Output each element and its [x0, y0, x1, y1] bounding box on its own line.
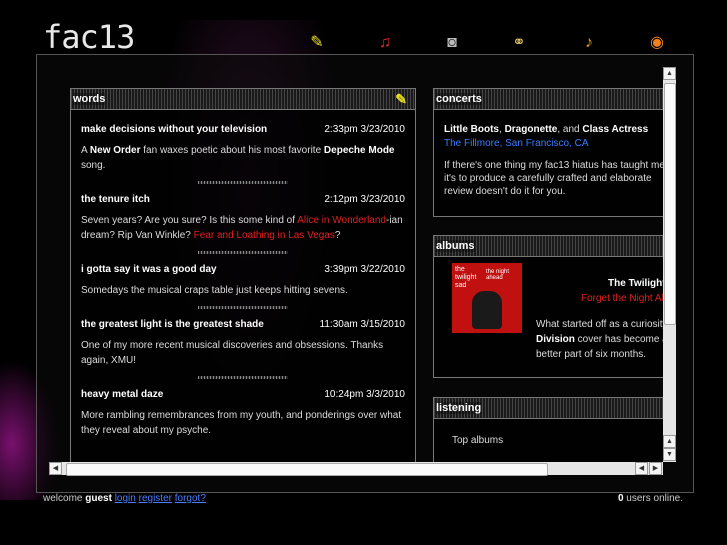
post-header: make decisions without your television 2:…	[81, 124, 405, 135]
camera-icon[interactable]: ◙	[441, 33, 463, 53]
post-title[interactable]: heavy metal daze	[81, 389, 163, 400]
albums-header: albums	[434, 236, 663, 257]
post: heavy metal daze 10:24pm 3/3/2010 More ram…	[71, 389, 415, 438]
post-body: One of my more recent musical discoverie…	[81, 340, 384, 366]
rss-icon[interactable]: ◉	[646, 33, 668, 53]
concerts-header: concerts	[434, 89, 663, 110]
users-online: 0 users online.	[618, 493, 683, 504]
pencil-icon[interactable]: ✎	[395, 89, 407, 109]
post-divider	[198, 181, 288, 184]
concert-band[interactable]: Dragonette	[505, 124, 558, 135]
post-link[interactable]: New Order	[90, 145, 141, 156]
post-body: Somedays the musical craps table just ke…	[81, 285, 348, 296]
register-link[interactable]: register	[139, 493, 172, 504]
album-cover-subtext: the night ahead	[486, 269, 510, 281]
albums-panel: albums the twilight sad the night ahead …	[433, 235, 663, 378]
guest-label: guest	[85, 493, 112, 504]
album-body-link[interactable]: Division	[536, 334, 575, 345]
listening-title: listening	[436, 402, 482, 414]
scroll-up-arrow-icon[interactable]: ▲	[663, 67, 676, 80]
album-title[interactable]: Forget the Night Ahead	[581, 293, 663, 304]
scroll-up-arrow-icon[interactable]: ▲	[663, 435, 676, 448]
site-logo[interactable]: fac13	[43, 18, 135, 56]
post-title[interactable]: make decisions without your television	[81, 124, 267, 135]
post-header: the greatest light is the greatest shade…	[81, 319, 405, 330]
words-title: words	[73, 93, 106, 105]
post-header: i gotta say it was a good day 3:39pm 3/22…	[81, 264, 405, 275]
concert-band[interactable]: Class Actress	[582, 124, 648, 135]
post-divider	[198, 306, 288, 309]
listening-panel: listening Top albums	[433, 397, 663, 462]
footer-login: welcome guest login register forgot?	[43, 493, 206, 504]
bells-icon[interactable]: ♪	[578, 33, 600, 53]
post-text: song.	[81, 160, 106, 171]
login-link[interactable]: login	[115, 493, 136, 504]
post-link[interactable]: Depeche Mode	[324, 145, 395, 156]
post-body: Seven years? Are you sure? Is this some …	[81, 213, 405, 243]
post-link[interactable]: Alice in Wonderland	[297, 215, 386, 226]
scroll-down-arrow-icon[interactable]: ▼	[663, 448, 676, 461]
concert-separator: , and	[557, 124, 583, 135]
album-cover-text: the twilight sad	[455, 266, 477, 289]
concert-body: If there's one thing my fac13 hiatus has…	[444, 160, 663, 197]
post-timestamp: 11:30am 3/15/2010	[319, 319, 405, 330]
post-timestamp: 2:12pm 3/23/2010	[324, 194, 405, 205]
listening-header: listening	[434, 398, 663, 419]
chain-link-icon[interactable]: ⚭	[508, 33, 530, 53]
concerts-panel: concerts Little Boots, Dragonette, and C…	[433, 88, 663, 217]
words-header: words ✎	[71, 89, 415, 110]
horizontal-scroll-thumb[interactable]	[66, 463, 548, 476]
concerts-title: concerts	[436, 93, 482, 105]
post-timestamp: 2:33pm 3/23/2010	[324, 124, 405, 135]
welcome-text: welcome	[43, 493, 86, 504]
scroll-left-arrow-icon[interactable]: ◀	[49, 462, 62, 475]
post-title[interactable]: the greatest light is the greatest shade	[81, 319, 264, 330]
users-online-label: users online.	[623, 493, 683, 504]
post-title[interactable]: the tenure itch	[81, 194, 150, 205]
concert-band[interactable]: Little Boots	[444, 124, 499, 135]
post-divider	[198, 251, 288, 254]
forgot-link[interactable]: forgot?	[175, 493, 206, 504]
scroll-left-arrow-icon[interactable]: ◀	[635, 462, 648, 475]
horizontal-scrollbar[interactable]: ◀ ◀ ▶	[49, 462, 663, 476]
posts-list: make decisions without your television 2:…	[71, 110, 415, 438]
albums-title: albums	[436, 240, 475, 252]
post-timestamp: 3:39pm 3/22/2010	[324, 264, 405, 275]
scroll-viewport: words ✎ make decisions without your tele…	[49, 67, 663, 462]
post-text: fan waxes poetic about his most favorite	[140, 145, 324, 156]
vertical-scroll-thumb[interactable]	[664, 83, 676, 325]
post: the greatest light is the greatest shade…	[71, 319, 415, 379]
post-body: More rambling remembrances from my youth…	[81, 410, 402, 436]
post-text: Seven years? Are you sure? Is this some …	[81, 215, 298, 226]
post-header: heavy metal daze 10:24pm 3/3/2010	[81, 389, 405, 400]
pencil-icon[interactable]: ✎	[306, 33, 328, 53]
post-body: A New Order fan waxes poetic about his m…	[81, 143, 405, 173]
concert-venue[interactable]: The Fillmore, San Francisco, CA	[444, 138, 663, 149]
post-text: ?	[334, 230, 341, 241]
post-text: A	[81, 145, 90, 156]
post: make decisions without your television 2:…	[71, 124, 415, 184]
music-note-icon[interactable]: ♫	[374, 33, 396, 53]
post-link[interactable]: Fear and Loathing in Las Vegas	[194, 230, 335, 241]
post: the tenure itch 2:12pm 3/23/2010 Seven yea…	[71, 194, 415, 254]
post-divider	[198, 376, 288, 379]
post-header: the tenure itch 2:12pm 3/23/2010	[81, 194, 405, 205]
post-title[interactable]: i gotta say it was a good day	[81, 264, 217, 275]
album-cover-figure	[472, 291, 502, 329]
vertical-scrollbar[interactable]: ▲ ▲ ▼	[663, 67, 676, 462]
album-cover[interactable]: the twilight sad the night ahead	[452, 263, 522, 333]
album-body: What started off as a curiosity	[536, 319, 663, 330]
scroll-right-arrow-icon[interactable]: ▶	[649, 462, 662, 475]
album-artist[interactable]: The Twilight Sad	[608, 278, 663, 289]
words-panel: words ✎ make decisions without your tele…	[70, 88, 416, 462]
post: i gotta say it was a good day 3:39pm 3/22…	[71, 264, 415, 309]
listening-item[interactable]: Top albums	[452, 435, 663, 446]
post-timestamp: 10:24pm 3/3/2010	[324, 389, 405, 400]
